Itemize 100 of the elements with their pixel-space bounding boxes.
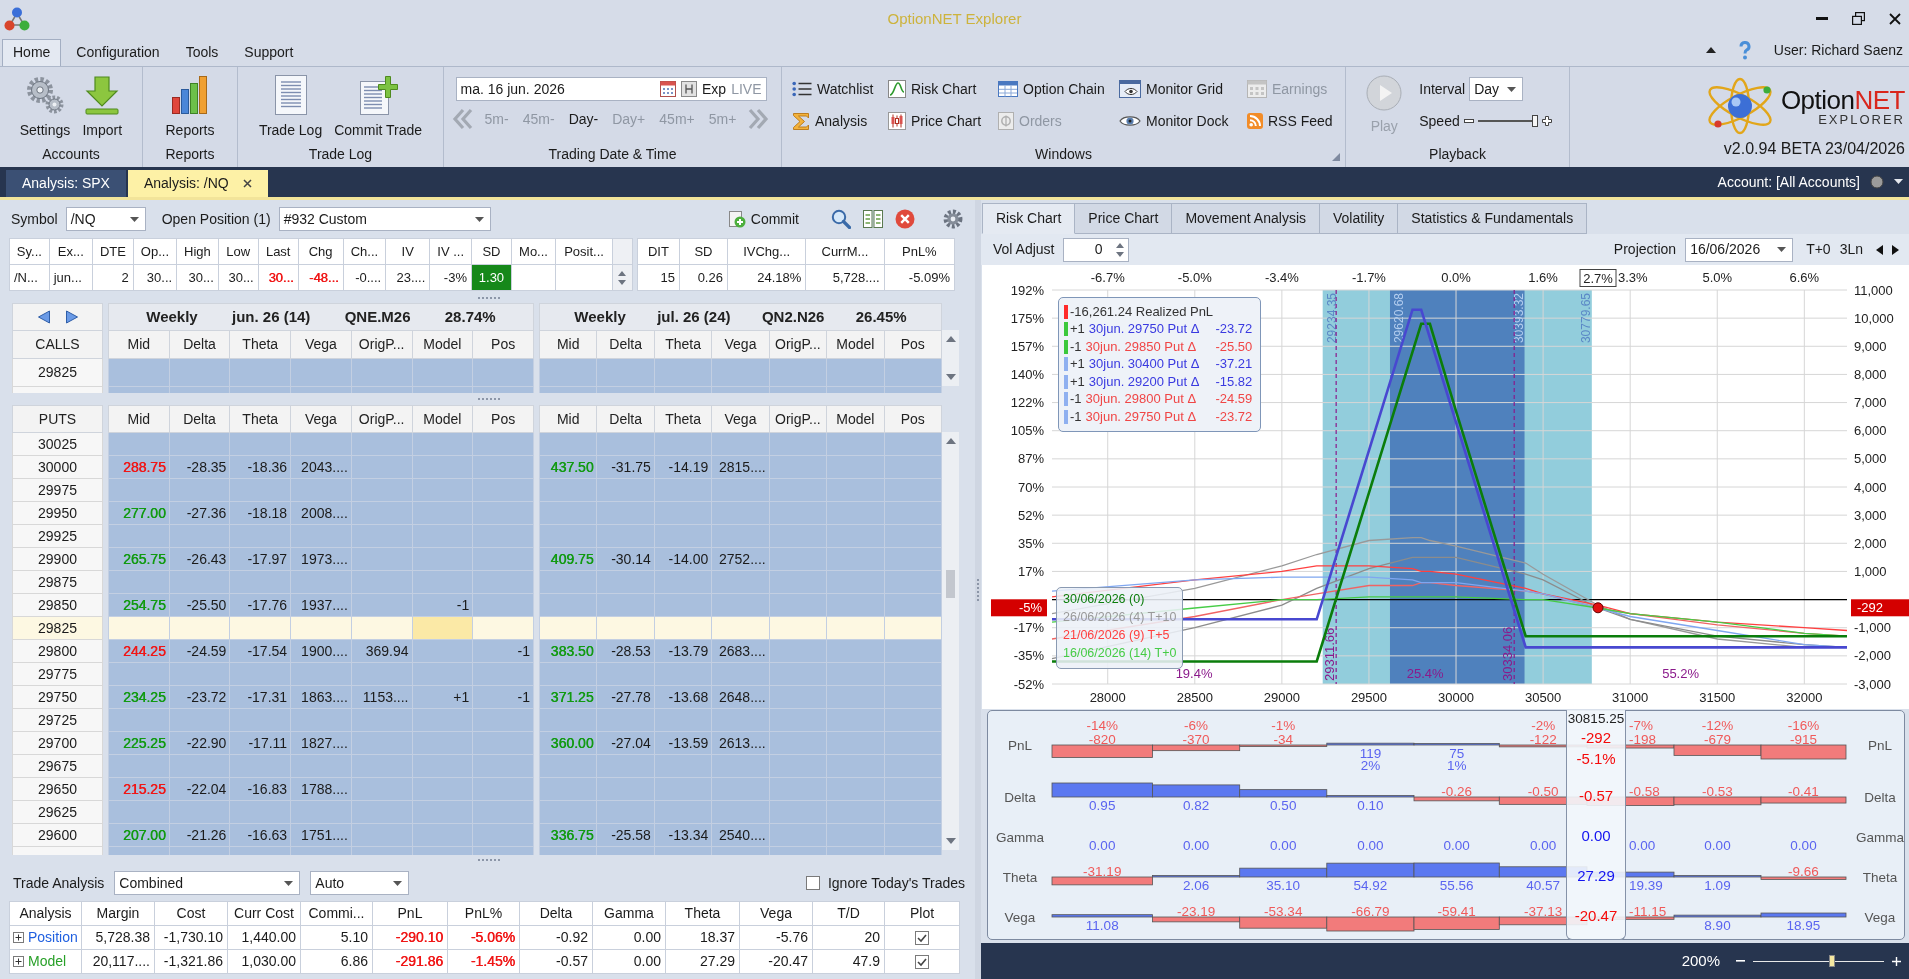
value-label: -370 [1182, 731, 1210, 747]
leg-delta: -23.72 [1215, 321, 1253, 338]
table-cell: 1,440.00 [227, 925, 301, 950]
column-header: Pos [472, 405, 534, 433]
table-cell: 207.00 [122, 826, 166, 843]
axis-label: 29000 [1263, 690, 1300, 705]
axis-label: -2,000 [1854, 648, 1891, 664]
band-label: 29234.35 [1324, 293, 1339, 344]
table-cell: 5,728.... [805, 264, 885, 291]
percent-label: -12% [1701, 718, 1734, 733]
greek-label: Vega [1864, 910, 1896, 925]
greek-label: PnL [1008, 738, 1032, 753]
table-cell: 277.00 [122, 504, 166, 521]
table-cell: -48... [309, 269, 339, 285]
greek-label: Vega [1004, 910, 1036, 925]
leg-label: 30jun. 29850 Put Δ [1085, 338, 1197, 355]
column-header: SD [679, 238, 728, 265]
axis-label: 29500 [1350, 690, 1388, 705]
column-header: PnL% [447, 901, 520, 926]
column-header: Mid [108, 405, 170, 433]
axis-label: 192% [1010, 282, 1044, 298]
column-header: OrigP... [769, 405, 827, 433]
axis-label: 87% [1017, 451, 1044, 467]
current-percent-label: -5% [991, 599, 1047, 617]
root-label: QN2.N26 [761, 308, 825, 326]
value-label: -679 [1704, 731, 1731, 747]
current-percent: -5.1% [1576, 751, 1616, 767]
percent-label: -6% [1184, 718, 1209, 733]
column-header: Margin [81, 901, 155, 926]
table-cell: -5.06% [470, 929, 515, 946]
table-cell: 5,728.38 [81, 925, 155, 950]
leg-delta: -23.72 [1215, 408, 1253, 425]
axis-label: -52% [1013, 676, 1044, 692]
column-header: Delta [519, 901, 593, 926]
column-header: Vega [711, 330, 770, 359]
column-header: High [176, 238, 219, 265]
greek-label: Delta [1004, 790, 1036, 805]
column-header: Gamma [592, 901, 666, 926]
table-cell: /N... [9, 264, 50, 291]
table-cell: 27.29 [665, 949, 740, 974]
legend-entry: 30/06/2026 (0) [1063, 592, 1146, 608]
logo-subtitle: EXPLORER [1818, 112, 1905, 126]
table-cell: 225.25 [122, 734, 166, 751]
axis-label: 70% [1017, 479, 1044, 495]
legend-entry: 16/06/2026 (14) T+0 [1063, 646, 1177, 662]
column-header: Theta [654, 405, 712, 433]
axis-label: 105% [1010, 423, 1044, 439]
table-cell: 254.75 [122, 596, 166, 613]
axis-label: -3.4% [1264, 270, 1299, 285]
greek-label: Delta [1864, 790, 1896, 805]
column-header: Model [412, 405, 473, 433]
value-label: 119 [1359, 746, 1382, 761]
column-header: DTE [92, 238, 134, 265]
leg-quantity: -1 [1070, 391, 1082, 408]
value-label: 0.00 [1357, 838, 1384, 853]
column-header: Theta [229, 330, 291, 359]
percent-label: -1% [1271, 718, 1296, 733]
column-header: Delta [596, 330, 655, 359]
leg-label: 30jun. 29200 Put Δ [1088, 373, 1200, 390]
table-cell: 15 [637, 264, 680, 291]
leg-quantity: -1 [1070, 408, 1082, 425]
axis-label: 5,000 [1854, 451, 1887, 467]
table-cell: 30... [268, 269, 294, 285]
table-cell: 383.50 [550, 642, 594, 659]
group-label: Reports [165, 146, 215, 163]
column-header: Delta [169, 405, 230, 433]
value-label: 2.06 [1182, 878, 1210, 893]
value-label: -23.19 [1176, 903, 1216, 919]
value-label: -0.50 [1527, 783, 1559, 799]
field-label: Symbol [11, 210, 58, 228]
value-label: 55.56 [1439, 878, 1474, 893]
table-cell: 2 [92, 264, 134, 291]
iv-label: 28.74% [444, 308, 496, 326]
root-label: QNE.M26 [344, 308, 411, 326]
axis-label: 1.6% [1528, 270, 1558, 285]
percent-label: -2% [1531, 718, 1556, 733]
axis-label: 35% [1017, 535, 1044, 551]
column-header: Op... [133, 238, 177, 265]
table-cell: 265.75 [122, 550, 166, 567]
table-cell: 0.00 [592, 925, 666, 950]
column-header: Delta [596, 405, 655, 433]
group-label: Accounts [42, 146, 100, 163]
current-value: -20.47 [1574, 908, 1618, 924]
axis-label: 9,000 [1854, 338, 1887, 354]
group-label: Playback [1429, 146, 1486, 163]
percent-label: -14% [1086, 718, 1118, 733]
field-label: Projection [1613, 241, 1677, 258]
value-label: 0.00 [1182, 838, 1210, 853]
current-price-label: 30815.25 [1567, 710, 1625, 728]
table-cell: -20.47 [739, 949, 813, 974]
column-header: DIT [637, 238, 680, 265]
value-label: 0.00 [1443, 838, 1470, 853]
column-header: CurrM... [805, 238, 885, 265]
section-label: Trade Analysis [13, 874, 105, 892]
value-label: 40.57 [1526, 878, 1561, 893]
value-label: -11.15 [1629, 903, 1667, 919]
table-cell: 6.86 [300, 949, 373, 974]
value-label: 0.00 [1790, 838, 1817, 853]
axis-label: 4,000 [1854, 479, 1887, 495]
column-header: Model [826, 405, 885, 433]
